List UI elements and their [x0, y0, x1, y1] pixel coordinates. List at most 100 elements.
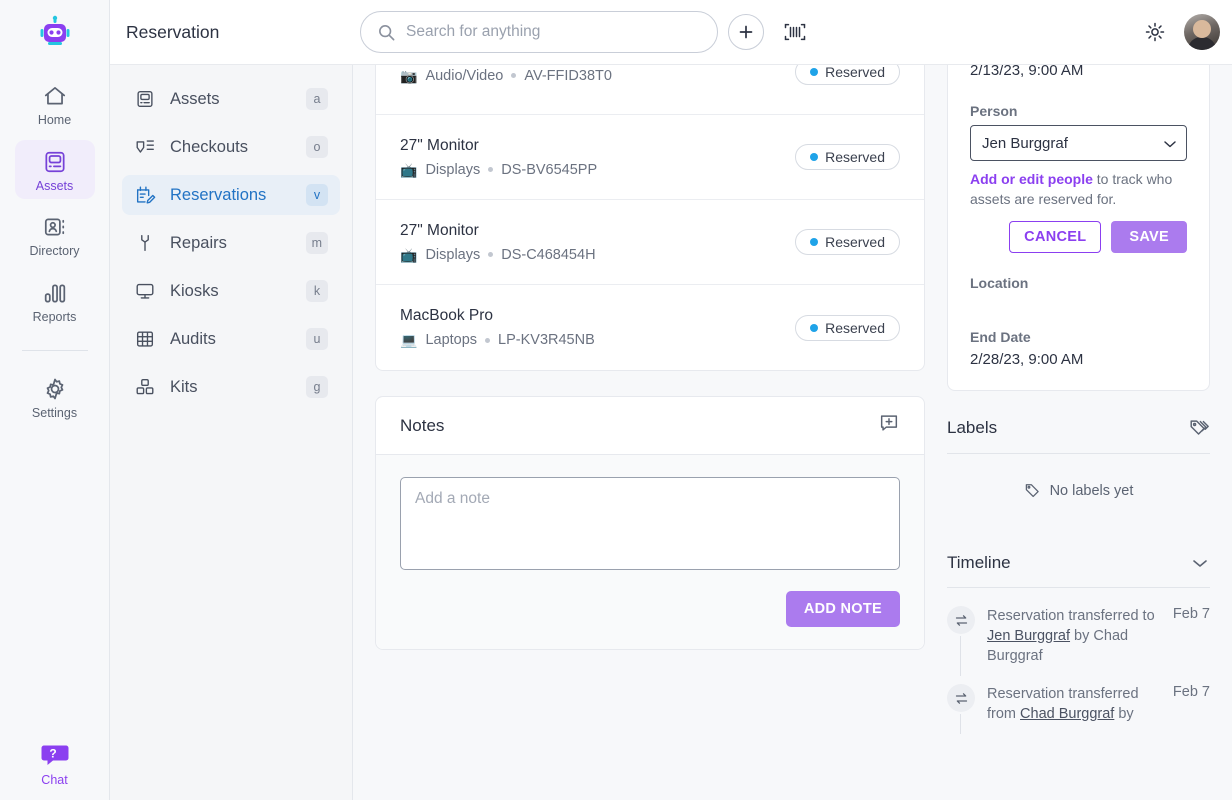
timeline-section: Timeline Reservation transferred to Jen …	[947, 527, 1210, 734]
person-select-wrap: Jen Burggraf	[970, 125, 1187, 161]
bar-chart-icon	[42, 280, 68, 306]
add-edit-people-link[interactable]: Add or edit people	[970, 171, 1093, 187]
sidebar-item-checkouts[interactable]: Checkouts o	[122, 127, 340, 167]
content-area: Assets a Checkouts o Reservations v Repa…	[110, 65, 1232, 800]
timeline-text: Reservation transferred to Jen Burggraf …	[987, 606, 1165, 666]
add-note-button[interactable]: ADD NOTE	[785, 591, 900, 627]
sidebar-item-kits[interactable]: Kits g	[122, 367, 340, 407]
theme-toggle-button[interactable]	[1142, 19, 1168, 45]
avatar[interactable]	[1184, 14, 1220, 50]
add-button[interactable]	[728, 14, 764, 50]
chevron-down-icon[interactable]	[1190, 556, 1210, 570]
body-column: Reservation Search for anything Assets a…	[110, 0, 1232, 800]
robot-logo-icon[interactable]	[35, 12, 75, 52]
end-date-value: 2/28/23, 9:00 AM	[970, 351, 1084, 368]
search-icon	[377, 23, 396, 42]
rail-label-home: Home	[37, 113, 72, 127]
location-value	[970, 297, 1187, 329]
notes-header: Notes	[376, 397, 924, 455]
timeline-person-link[interactable]: Chad Burggraf	[1020, 706, 1114, 722]
person-label: Person	[970, 103, 1018, 119]
detail-panel: 2/13/23, 9:00 AM Person Jen Burggraf Add…	[947, 65, 1232, 800]
sidebar-label-reservations: Reservations	[170, 185, 267, 204]
end-date-label: End Date	[970, 329, 1031, 345]
person-form-actions: CANCEL SAVE	[970, 221, 1187, 253]
separator-dot	[485, 337, 491, 343]
asset-meta: 📷 Audio/Video AV-FFID38T0	[400, 68, 612, 84]
cancel-button[interactable]: CANCEL	[1009, 221, 1102, 253]
sidebar-shortcut-repairs: m	[305, 232, 328, 254]
header-right-group	[1142, 14, 1220, 50]
rail-label-chat: Chat	[41, 772, 68, 787]
checkout-icon	[134, 136, 156, 158]
notes-card: Notes Add a note ADD NOTE	[375, 396, 925, 650]
sidebar-shortcut-kiosks: k	[306, 280, 328, 302]
timeline-date: Feb 7	[1172, 606, 1210, 622]
asset-info: 27" Monitor 📺 Displays DS-C468454H	[400, 222, 596, 263]
labels-section: Labels No labels yet	[947, 391, 1210, 527]
rail-item-directory[interactable]: Directory	[15, 205, 95, 265]
barcode-scan-icon	[783, 21, 807, 43]
timeline-body: Reservation transferred to Jen Burggraf …	[987, 606, 1210, 666]
rail-item-chat[interactable]: ? Chat	[0, 741, 109, 787]
sidebar-item-reservations[interactable]: Reservations v	[122, 175, 340, 215]
app-root: Home Assets Directory Reports Settings ?…	[0, 0, 1232, 800]
add-comment-button[interactable]	[878, 412, 900, 439]
separator-dot	[488, 167, 494, 172]
asset-list-card: 📷 Audio/Video AV-FFID38T0 Reserved 27" M…	[375, 65, 925, 371]
table-row[interactable]: 27" Monitor 📺 Displays DS-C468454H Reser…	[376, 200, 924, 285]
status-label: Reserved	[825, 149, 885, 165]
transfer-icon	[947, 606, 975, 634]
table-row[interactable]: MacBook Pro 💻 Laptops LP-KV3R45NB Reserv…	[376, 285, 924, 370]
header-search-group: Search for anything	[360, 11, 812, 53]
asset-category: Laptops	[425, 332, 478, 348]
primary-rail-nav: Home Assets Directory Reports Settings ?…	[0, 0, 110, 800]
sidebar-shortcut-kits: g	[306, 376, 328, 398]
table-row[interactable]: 27" Monitor 📺 Displays DS-BV6545PP Reser…	[376, 115, 924, 200]
asset-tag: AV-FFID38T0	[524, 67, 612, 84]
add-comment-icon	[878, 412, 900, 434]
asset-category: Displays	[425, 161, 481, 178]
sidebar-label-audits: Audits	[170, 329, 216, 348]
status-label: Reserved	[825, 65, 885, 80]
rail-item-assets[interactable]: Assets	[14, 139, 95, 199]
person-select[interactable]: Jen Burggraf	[970, 125, 1187, 161]
save-button[interactable]: SAVE	[1111, 221, 1187, 253]
labels-empty-state: No labels yet	[947, 454, 1210, 527]
timeline-title: Timeline	[947, 553, 1011, 572]
sidebar-item-repairs[interactable]: Repairs m	[122, 223, 340, 263]
rail-label-directory: Directory	[29, 244, 80, 258]
search-input[interactable]: Search for anything	[360, 11, 718, 53]
barcode-scan-button[interactable]	[778, 15, 812, 49]
labels-empty-text: No labels yet	[1049, 482, 1134, 499]
status-dot-icon	[810, 238, 819, 246]
asset-tag: LP-KV3R45NB	[498, 332, 595, 348]
rail-item-home[interactable]: Home	[15, 74, 95, 134]
list-item: Reservation transferred from Chad Burggr…	[947, 666, 1210, 734]
grid-icon	[134, 328, 156, 350]
timeline-text: Reservation transferred from Chad Burggr…	[987, 684, 1165, 724]
asset-meta: 💻 Laptops LP-KV3R45NB	[400, 332, 595, 348]
sidebar-shortcut-reservations: v	[306, 184, 328, 206]
timeline-date: Feb 7	[1172, 684, 1210, 700]
note-input[interactable]	[400, 477, 900, 570]
timeline-person-link[interactable]: Jen Burggraf	[987, 628, 1070, 644]
rail-item-settings[interactable]: Settings	[15, 367, 95, 427]
timeline-header[interactable]: Timeline	[947, 527, 1210, 587]
separator-dot	[488, 252, 494, 257]
rail-label-settings: Settings	[31, 406, 78, 420]
sidebar-item-kiosks[interactable]: Kiosks k	[122, 271, 340, 311]
labels-header: Labels	[947, 391, 1210, 453]
rail-item-reports[interactable]: Reports	[15, 271, 95, 331]
sidebar-item-assets[interactable]: Assets a	[122, 79, 340, 119]
asset-tag: DS-C468454H	[501, 246, 596, 263]
sidebar-shortcut-audits: u	[306, 328, 328, 350]
asset-name: 27" Monitor	[400, 136, 479, 154]
sidebar-shortcut-checkouts: o	[306, 136, 328, 158]
plus-icon	[737, 23, 755, 41]
table-row[interactable]: 📷 Audio/Video AV-FFID38T0 Reserved	[376, 65, 924, 115]
list-item: Reservation transferred to Jen Burggraf …	[947, 588, 1210, 676]
sidebar-item-audits[interactable]: Audits u	[122, 319, 340, 359]
tags-icon[interactable]	[1188, 417, 1210, 439]
timeline-body: Reservation transferred from Chad Burggr…	[987, 684, 1210, 724]
